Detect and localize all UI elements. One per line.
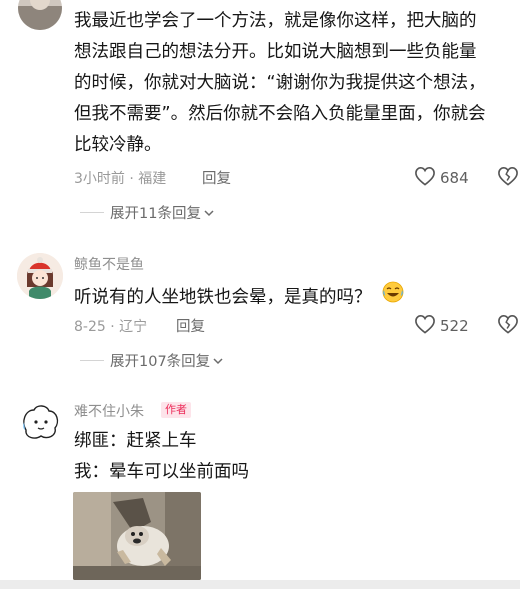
comment-3-username[interactable]: 难不住小朱	[74, 401, 144, 421]
comment-1-like-button[interactable]: 684	[414, 166, 469, 190]
bottom-divider	[0, 580, 520, 589]
heart-outline-icon	[414, 314, 436, 338]
comment-3-line: 我：晕车可以坐前面吗	[74, 462, 249, 482]
expand-replies-label: 展开11条回复	[110, 206, 201, 222]
comment-2-reply-button[interactable]: 回复	[176, 315, 205, 336]
comment-2-like-count: 522	[440, 317, 469, 335]
comment-1-line: 我最近也学会了一个方法，就是像你这样，把大脑的	[74, 11, 477, 31]
expand-replies-label: 展开107条回复	[110, 354, 211, 370]
comment-2-expand-replies[interactable]: 展开107条回复	[80, 350, 223, 371]
chevron-down-icon	[204, 205, 214, 221]
comment-1-line: 但我不需要”。然后你就不会陷入负能量里面，你就会	[74, 104, 486, 124]
comment-1-line: 想法跟自己的想法分开。比如说大脑想到一些负能量	[74, 42, 477, 62]
crying-laughing-emoji	[381, 280, 405, 315]
comment-1-line: 的时候，你就对大脑说：“谢谢你为我提供这个想法，	[74, 73, 486, 93]
broken-heart-icon[interactable]	[497, 166, 519, 190]
comment-2-text: 听说有的人坐地铁也会晕，是真的吗？	[74, 287, 372, 308]
comment-3-line: 绑匪：赶紧上车	[74, 431, 197, 451]
comment-2-like-button[interactable]: 522	[414, 314, 469, 338]
comment-1-text: 我最近也学会了一个方法，就是像你这样，把大脑的 想法跟自己的想法分开。比如说大脑…	[74, 6, 514, 161]
comment-3-text: 绑匪：赶紧上车 我：晕车可以坐前面吗	[74, 426, 514, 488]
comment-3-image[interactable]	[73, 492, 201, 580]
author-badge: 作者	[161, 402, 191, 418]
divider-line	[80, 360, 104, 361]
avatar-commenter-1[interactable]	[18, 0, 62, 30]
comment-1-reply-button[interactable]: 回复	[202, 167, 231, 188]
heart-outline-icon	[414, 166, 436, 190]
comment-2-time-location: 8-25 · 辽宁	[74, 319, 148, 335]
comment-1-time-location: 3小时前 · 福建	[74, 171, 167, 187]
comment-1-like-count: 684	[440, 169, 469, 187]
comment-2-username[interactable]: 鲸鱼不是鱼	[74, 254, 144, 274]
avatar-commenter-3[interactable]	[17, 400, 63, 446]
comment-1-line: 比较冷静。	[74, 135, 162, 155]
broken-heart-icon[interactable]	[497, 314, 519, 338]
comment-2-text-row: 听说有的人坐地铁也会晕，是真的吗？	[74, 280, 514, 315]
divider-line	[80, 212, 104, 213]
comment-1-expand-replies[interactable]: 展开11条回复	[80, 202, 214, 223]
avatar-commenter-2[interactable]	[17, 253, 63, 299]
chevron-down-icon	[213, 353, 223, 369]
